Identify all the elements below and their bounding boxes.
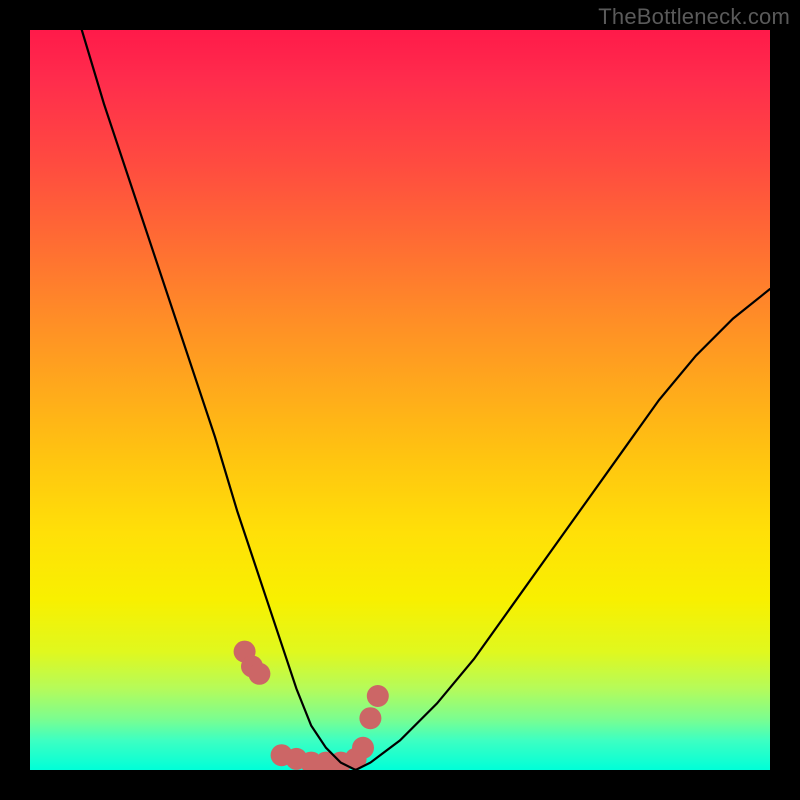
bottleneck-marker: [248, 663, 270, 685]
bottleneck-marker-group: [234, 641, 389, 770]
bottleneck-marker: [359, 707, 381, 729]
watermark-text: TheBottleneck.com: [598, 4, 790, 30]
main-curve-line: [82, 30, 770, 770]
chart-container: TheBottleneck.com: [0, 0, 800, 800]
bottleneck-marker: [352, 737, 374, 759]
plot-area: [30, 30, 770, 770]
chart-svg: [30, 30, 770, 770]
bottleneck-marker: [367, 685, 389, 707]
